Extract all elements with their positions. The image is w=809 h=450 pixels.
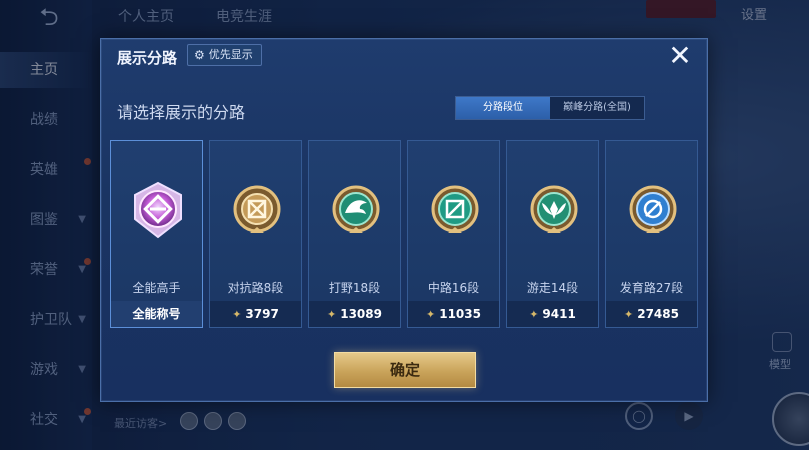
lane-name: 打野18段	[328, 281, 381, 295]
lane-points: 9411	[542, 307, 576, 321]
lane-card-footer: ✦ 3797	[210, 301, 301, 327]
lane-card-list: 全能高手 全能称号 对抗路8段 ✦ 3797 打野18段 ✦ 13089 中路1…	[110, 140, 702, 328]
lane-card-clash[interactable]: 对抗路8段 ✦ 3797	[209, 140, 302, 328]
lane-points: 27485	[637, 307, 679, 321]
farm-lane-emblem-icon	[629, 185, 677, 233]
lane-points: 3797	[245, 307, 279, 321]
lane-card-all-round[interactable]: 全能高手 全能称号	[110, 140, 203, 328]
lane-card-footer: 全能称号	[111, 301, 202, 327]
roam-emblem-icon	[530, 185, 578, 233]
lane-name: 发育路27段	[619, 281, 684, 295]
lane-points: 11035	[439, 307, 481, 321]
rank-points-icon: ✦	[529, 308, 539, 321]
rank-points-icon: ✦	[232, 308, 242, 321]
close-icon[interactable]: ✕	[667, 42, 693, 70]
lane-card-jungle[interactable]: 打野18段 ✦ 13089	[308, 140, 401, 328]
rank-points-icon: ✦	[327, 308, 337, 321]
lane-name: 对抗路8段	[227, 281, 284, 295]
lane-card-footer: ✦ 11035	[408, 301, 499, 327]
tab-lane-rank[interactable]: 分路段位	[456, 97, 550, 119]
mid-lane-emblem-icon	[431, 185, 479, 233]
priority-display-button[interactable]: ⚙ 优先显示	[187, 44, 262, 66]
dialog-title: 展示分路	[117, 49, 178, 67]
all-round-emblem-icon	[134, 181, 182, 239]
rank-points-icon: ✦	[624, 308, 634, 321]
lane-name: 全能高手	[132, 281, 181, 295]
display-mode-toggle: 分路段位 巅峰分路(全国)	[455, 96, 645, 120]
gear-icon: ⚙	[194, 48, 205, 62]
priority-display-label: 优先显示	[208, 48, 253, 61]
lane-card-footer: ✦ 9411	[507, 301, 598, 327]
lane-points: 13089	[340, 307, 382, 321]
show-lane-dialog: 展示分路 ⚙ 优先显示 ✕ 请选择展示的分路 分路段位 巅峰分路(全国) 全能高…	[100, 38, 708, 402]
lane-name: 中路16段	[427, 281, 480, 295]
tab-peak-lane[interactable]: 巅峰分路(全国)	[550, 97, 644, 119]
jungle-emblem-icon	[332, 185, 380, 233]
rank-points-icon: ✦	[426, 308, 436, 321]
lane-card-roam[interactable]: 游走14段 ✦ 9411	[506, 140, 599, 328]
dialog-subtitle: 请选择展示的分路	[117, 103, 246, 122]
clash-lane-emblem-icon	[233, 185, 281, 233]
lane-card-mid[interactable]: 中路16段 ✦ 11035	[407, 140, 500, 328]
lane-name: 游走14段	[526, 281, 579, 295]
confirm-button[interactable]: 确定	[334, 352, 476, 388]
lane-footer-text: 全能称号	[132, 307, 181, 321]
lane-card-footer: ✦ 27485	[606, 301, 697, 327]
lane-card-farm[interactable]: 发育路27段 ✦ 27485	[605, 140, 698, 328]
lane-card-footer: ✦ 13089	[309, 301, 400, 327]
